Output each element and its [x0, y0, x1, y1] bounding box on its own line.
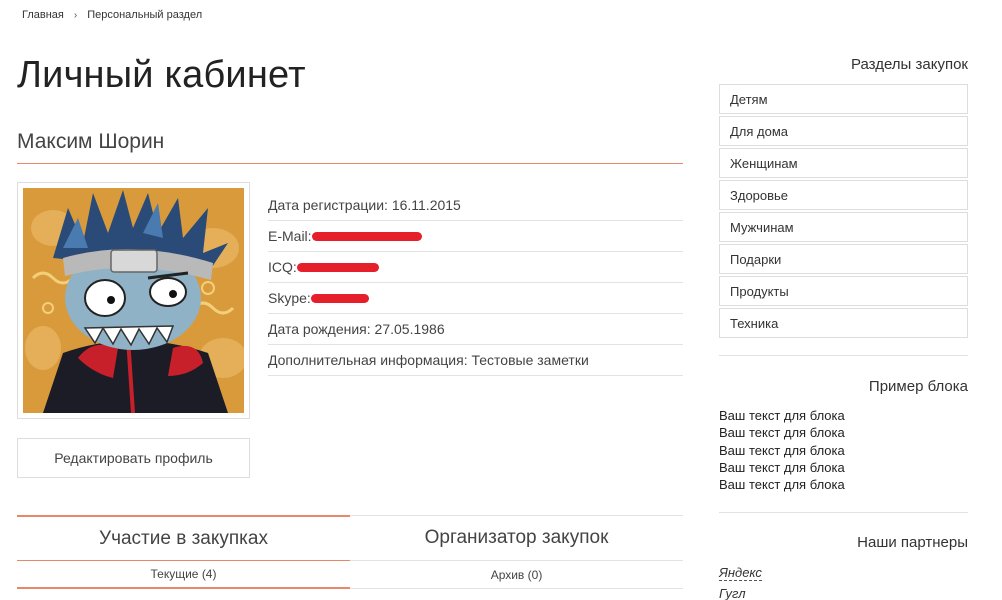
- email-redaction: [311, 231, 422, 241]
- categories-heading: Разделы закупок: [850, 56, 968, 73]
- breadcrumb-home-link[interactable]: Главная: [22, 9, 64, 21]
- avatar: [23, 188, 244, 413]
- example-line: Ваш текст для блока: [719, 477, 845, 493]
- chevron-right-icon: ›: [73, 9, 78, 21]
- subtab-current[interactable]: Текущие (4): [17, 561, 350, 589]
- subtab-archive[interactable]: Архив (0): [350, 561, 683, 589]
- skype-redaction: [310, 293, 369, 303]
- birthdate-row: Дата рождения: 27.05.1986: [268, 314, 683, 345]
- icq-row: ICQ:: [268, 252, 683, 283]
- avatar-frame: [17, 182, 250, 419]
- icq-label: ICQ:: [268, 259, 297, 275]
- subtabs-row: Текущие (4) Архив (0): [17, 561, 683, 589]
- breadcrumb-current: Персональный раздел: [87, 9, 203, 21]
- tab-participation[interactable]: Участие в закупках: [17, 515, 350, 561]
- category-list: Детям Для дома Женщинам Здоровье Мужчина…: [719, 84, 968, 340]
- category-item-gifts[interactable]: Подарки: [719, 244, 968, 274]
- example-line: Ваш текст для блока: [719, 459, 845, 475]
- registration-date-text: Дата регистрации: 16.11.2015: [268, 197, 461, 213]
- example-line: Ваш текст для блока: [719, 425, 845, 441]
- user-name: Максим Шорин: [17, 130, 165, 153]
- partners-heading: Наши партнеры: [857, 534, 968, 551]
- skype-row: Skype:: [268, 283, 683, 314]
- category-item-women[interactable]: Женщинам: [719, 148, 968, 178]
- category-item-kids[interactable]: Детям: [719, 84, 968, 114]
- tabs-row: Участие в закупках Организатор закупок: [17, 515, 683, 561]
- sidebar-divider: [719, 512, 968, 513]
- birthdate-text: Дата рождения: 27.05.1986: [268, 321, 445, 337]
- example-block-heading: Пример блока: [868, 378, 968, 395]
- avatar-illustration: [23, 188, 244, 413]
- additional-info-text: Дополнительная информация: Тестовые заме…: [268, 352, 589, 368]
- user-name-divider: [17, 163, 683, 164]
- partner-link-yandex[interactable]: Яндекс: [719, 566, 762, 581]
- category-item-men[interactable]: Мужчинам: [719, 212, 968, 242]
- sidebar-divider: [719, 355, 968, 356]
- partner-link-google[interactable]: Гугл: [719, 587, 746, 600]
- purchase-tabs: Участие в закупках Организатор закупок Т…: [17, 515, 683, 589]
- page-title: Личный кабинет: [17, 54, 306, 96]
- profile-info-list: Дата регистрации: 16.11.2015 E-Mail: ICQ…: [268, 190, 683, 376]
- icq-redaction: [296, 262, 379, 272]
- category-item-health[interactable]: Здоровье: [719, 180, 968, 210]
- example-line: Ваш текст для блока: [719, 408, 845, 423]
- email-label: E-Mail:: [268, 228, 312, 244]
- tab-organizer[interactable]: Организатор закупок: [350, 516, 683, 561]
- skype-label: Skype:: [268, 290, 311, 306]
- additional-info-row: Дополнительная информация: Тестовые заме…: [268, 345, 683, 376]
- registration-date-row: Дата регистрации: 16.11.2015: [268, 190, 683, 221]
- category-item-home[interactable]: Для дома: [719, 116, 968, 146]
- example-block-text: Ваш текст для блока Ваш текст для блока …: [719, 407, 845, 493]
- example-line: Ваш текст для блока: [719, 442, 845, 458]
- category-item-tech[interactable]: Техника: [719, 308, 968, 338]
- edit-profile-button[interactable]: Редактировать профиль: [17, 438, 250, 478]
- email-row: E-Mail:: [268, 221, 683, 252]
- category-item-food[interactable]: Продукты: [719, 276, 968, 306]
- breadcrumb: Главная › Персональный раздел: [22, 9, 202, 21]
